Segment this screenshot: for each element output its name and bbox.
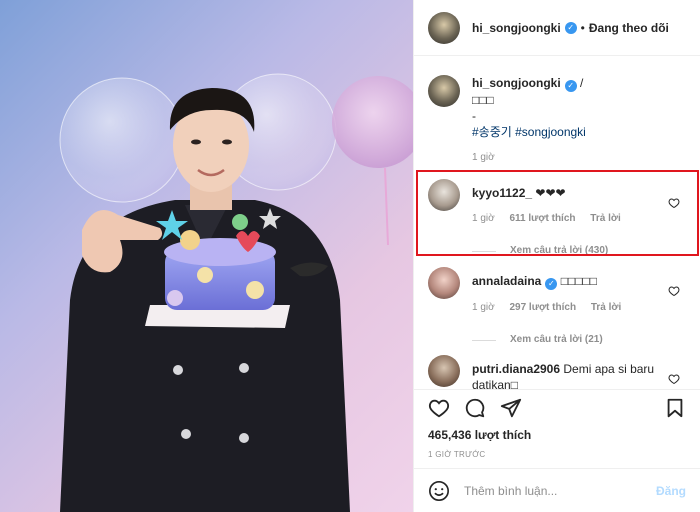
heart-icon[interactable] [428,397,450,419]
share-icon[interactable] [500,397,522,419]
heart-icon[interactable] [668,285,680,297]
verified-badge-icon: ✓ [564,21,577,34]
comment-input[interactable] [464,483,656,498]
post-comment-button[interactable]: Đăng [656,484,686,498]
bookmark-icon[interactable] [664,397,686,419]
post-caption: hi_songjoongki ✓ / □□□ - #송중기 #songjoongk… [414,57,700,166]
add-comment-bar: Đăng [414,468,700,512]
emoji-icon[interactable] [428,480,450,502]
commenter-username[interactable]: putri.diana2906 [472,362,560,376]
separator-dot: • [580,20,585,35]
caption-text: / [580,76,584,90]
author-avatar[interactable] [428,11,460,44]
post-sidebar: hi_songjoongki ✓ • Đang theo dõi hi_song… [413,0,700,512]
comment-item: putri.diana2906 Demi apa si baru datikan… [414,355,700,389]
comments-list[interactable]: hi_songjoongki ✓ / □□□ - #송중기 #songjoongk… [414,57,700,389]
like-count[interactable]: 465,436 lượt thích [428,428,686,442]
caption-avatar[interactable] [428,75,460,107]
post-timestamp: 1 GIỜ TRƯỚC [428,450,486,459]
comment-icon[interactable] [464,397,486,419]
commenter-username[interactable]: annaladaina [472,274,541,288]
caption-hashtags[interactable]: #송중기 #songjoongki [472,124,586,140]
caption-time: 1 giờ [472,152,495,163]
comment-time: 1 giờ [472,302,495,313]
reply-button[interactable]: Trả lời [591,302,621,313]
post-header: hi_songjoongki ✓ • Đang theo dõi [414,0,700,56]
caption-username[interactable]: hi_songjoongki [472,76,561,90]
replies-divider [472,339,496,341]
verified-badge-icon: ✓ [545,278,558,290]
comment-meta: 1 giờ 297 lượt thích Trả lời [472,300,686,316]
heart-icon[interactable] [668,373,680,385]
caption-line: - [472,109,476,123]
action-icons [428,390,686,426]
commenter-avatar[interactable] [428,355,460,387]
post-photo-illustration [59,73,413,512]
verified-badge-icon: ✓ [564,80,577,92]
view-replies-button[interactable]: Xem câu trả lời (21) [472,332,686,348]
caption-line: □□□ [472,93,494,107]
comment-likes[interactable]: 297 lượt thích [509,302,576,313]
view-replies-label: Xem câu trả lời (21) [510,334,603,345]
highlight-box [416,170,699,256]
post-photo [0,0,413,512]
post-actions: 465,436 lượt thích 1 GIỜ TRƯỚC [414,389,700,459]
following-button[interactable]: Đang theo dõi [589,21,669,35]
comment-item: annaladaina ✓ □□□□□ 1 giờ 297 lượt thích … [414,267,700,348]
comment-text: □□□□□ [560,274,597,288]
author-username[interactable]: hi_songjoongki [472,21,561,35]
commenter-avatar[interactable] [428,267,460,299]
